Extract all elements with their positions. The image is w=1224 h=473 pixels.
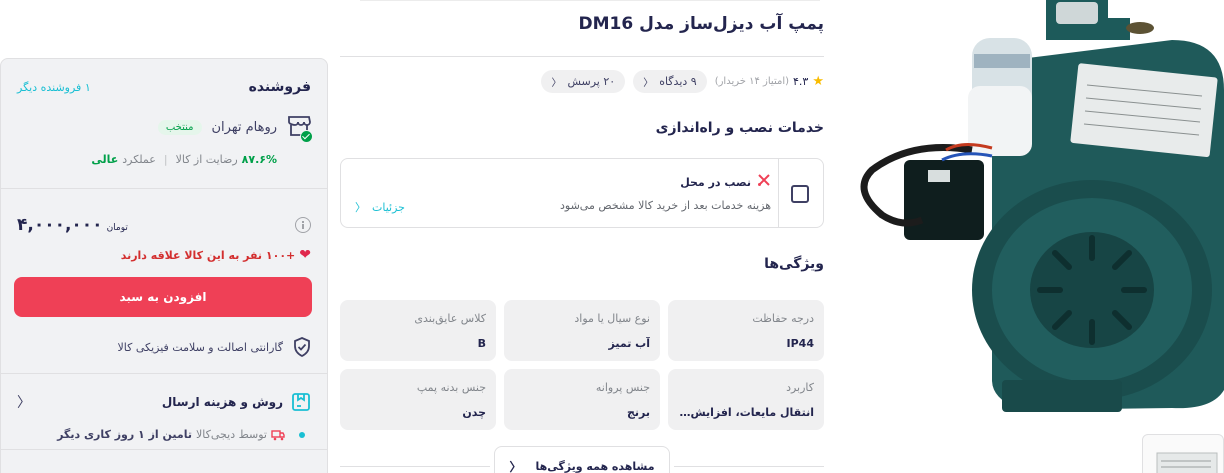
likes-text: +۱۰۰ نفر به این کالا علاقه دارند (120, 248, 296, 262)
heart-icon: ❤ (299, 247, 311, 263)
bullet-dot (299, 431, 305, 438)
features-title: ویژگی‌ها (764, 256, 824, 272)
other-sellers-link[interactable]: ۱ فروشنده دیگر (17, 81, 91, 94)
reviews-pill[interactable]: ۹ دیدگاه 〈 (633, 70, 707, 93)
seller-header: فروشنده ۱ فروشنده دیگر (17, 79, 311, 95)
spec-cell: جنس بدنه پمپ چدن (340, 369, 496, 430)
shipping-title: روش و هزینه ارسال (161, 395, 283, 409)
shipping-by: توسط دیجی‌کالا (196, 428, 267, 441)
seller-box: فروشنده ۱ فروشنده دیگر روهام تهران منتخب… (0, 58, 328, 473)
spec-cell: درجه حفاظت IP44 (668, 300, 824, 361)
service-name: نصب در محل (680, 175, 751, 189)
spec-value: انتقال مایعات، افزایش ف... (678, 406, 814, 419)
chevron-left-icon: 〈 (643, 78, 654, 89)
store-icon (285, 115, 313, 143)
verified-check-icon (300, 130, 313, 143)
thumbnail-image (1156, 452, 1218, 473)
shield-icon (293, 337, 311, 358)
spec-label: جنس بدنه پمپ (416, 381, 486, 394)
spec-value: چدن (462, 406, 486, 419)
chosen-badge: منتخب (157, 119, 202, 135)
price-row: ۴,۰۰۰,۰۰۰ تومان (17, 215, 311, 235)
service-checkbox[interactable] (791, 185, 809, 203)
services-title: خدمات نصب و راه‌اندازی (655, 120, 824, 136)
spec-label: کلاس عایق‌بندی (414, 312, 486, 325)
seller-name: روهام تهران (211, 119, 278, 135)
add-to-cart-button[interactable]: افزودن به سبد (14, 277, 312, 317)
spec-cell: کاربرد انتقال مایعات، افزایش ف... (668, 369, 824, 430)
rating-value: ۴.۳ (793, 75, 809, 88)
service-details-label: جزئیات (372, 200, 405, 214)
price: ۴,۰۰۰,۰۰۰ تومان (17, 215, 128, 235)
price-value: ۴,۰۰۰,۰۰۰ (17, 215, 103, 235)
star-icon: ★ (812, 74, 824, 89)
divider (674, 466, 824, 467)
questions-pill[interactable]: ۲۰ پرسش 〈 (541, 70, 626, 93)
seller-stats: ۸۷.۶% رضایت از کالا | عملکرد عالی (17, 153, 311, 166)
seller-title: فروشنده (248, 79, 311, 95)
info-icon[interactable] (295, 217, 311, 233)
rating-count: (امتیاز ۱۴ خریدار) (714, 76, 790, 87)
reviews-pill-label: ۹ دیدگاه (659, 75, 697, 88)
spec-label: جنس پروانه (595, 381, 650, 394)
chevron-left-icon: 〈 (509, 459, 522, 473)
satisfaction-percent: ۸۷.۶% (241, 153, 277, 166)
water-pump-image (860, 0, 1224, 412)
service-separator (778, 159, 779, 227)
spec-grid: درجه حفاظت IP44 نوع سیال یا مواد آب تمیز… (340, 300, 824, 430)
shipping-detail: توسط دیجی‌کالا تامین از ۱ روز کاری دیگر (17, 428, 311, 441)
performance-value: عالی (91, 153, 119, 166)
title-divider (340, 56, 824, 57)
spec-value: آب تمیز (608, 337, 651, 350)
meta-row: ★ ۴.۳ (امتیاز ۱۴ خریدار) ۹ دیدگاه 〈 ۲۰ پ… (533, 70, 824, 93)
divider (1, 449, 327, 450)
spec-value: B (477, 337, 486, 350)
stat-separator: | (163, 153, 168, 166)
questions-pill-label: ۲۰ پرسش (567, 75, 616, 88)
shipping-box-icon (291, 392, 311, 412)
truck-icon (271, 429, 285, 441)
spec-label: درجه حفاظت (752, 312, 814, 325)
spec-label: کاربرد (786, 381, 814, 394)
shipping-supply: تامین از ۱ روز کاری دیگر (57, 428, 192, 441)
divider (1, 188, 327, 189)
spec-label: نوع سیال یا مواد (574, 312, 650, 325)
product-thumbnail[interactable] (1142, 434, 1224, 473)
tools-icon (757, 173, 771, 191)
spec-cell: جنس پروانه برنج (504, 369, 660, 430)
spec-value: برنج (626, 406, 650, 419)
installation-service-card[interactable]: نصب در محل هزینه خدمات بعد از خرید کالا … (340, 158, 824, 228)
product-title: پمپ آب دیزل‌ساز مدل DM16 (578, 14, 824, 34)
divider (340, 466, 490, 467)
satisfaction-label: رضایت از کالا (175, 153, 238, 166)
product-image[interactable] (842, 0, 1224, 420)
spec-cell: نوع سیال یا مواد آب تمیز (504, 300, 660, 361)
seller-name-row[interactable]: روهام تهران منتخب (17, 115, 313, 143)
shipping-row[interactable]: روش و هزینه ارسال 〈 (17, 392, 311, 412)
chevron-left-icon: 〈 (551, 78, 562, 89)
likes-row: ❤ +۱۰۰ نفر به این کالا علاقه دارند (17, 247, 311, 263)
service-description: هزینه خدمات بعد از خرید کالا مشخص می‌شود (559, 199, 771, 212)
top-border (360, 0, 820, 1)
all-features-label: مشاهده همه ویژگی‌ها (535, 459, 655, 473)
guarantee-row: گارانتی اصالت و سلامت فیزیکی کالا (17, 337, 311, 358)
all-features-button[interactable]: مشاهده همه ویژگی‌ها 〈 (494, 446, 670, 473)
performance-label: عملکرد (122, 153, 156, 166)
spec-cell: کلاس عایق‌بندی B (340, 300, 496, 361)
price-currency: تومان (106, 223, 128, 233)
chevron-left-icon: 〈 (355, 201, 366, 214)
service-name-row: نصب در محل (680, 173, 771, 191)
service-details-link[interactable]: جزئیات 〈 (355, 199, 405, 215)
divider (1, 373, 327, 374)
chevron-left-icon: 〈 (17, 395, 31, 411)
shipping-title-wrap: روش و هزینه ارسال (162, 392, 311, 412)
guarantee-text: گارانتی اصالت و سلامت فیزیکی کالا (117, 340, 284, 354)
spec-value: IP44 (786, 337, 814, 350)
